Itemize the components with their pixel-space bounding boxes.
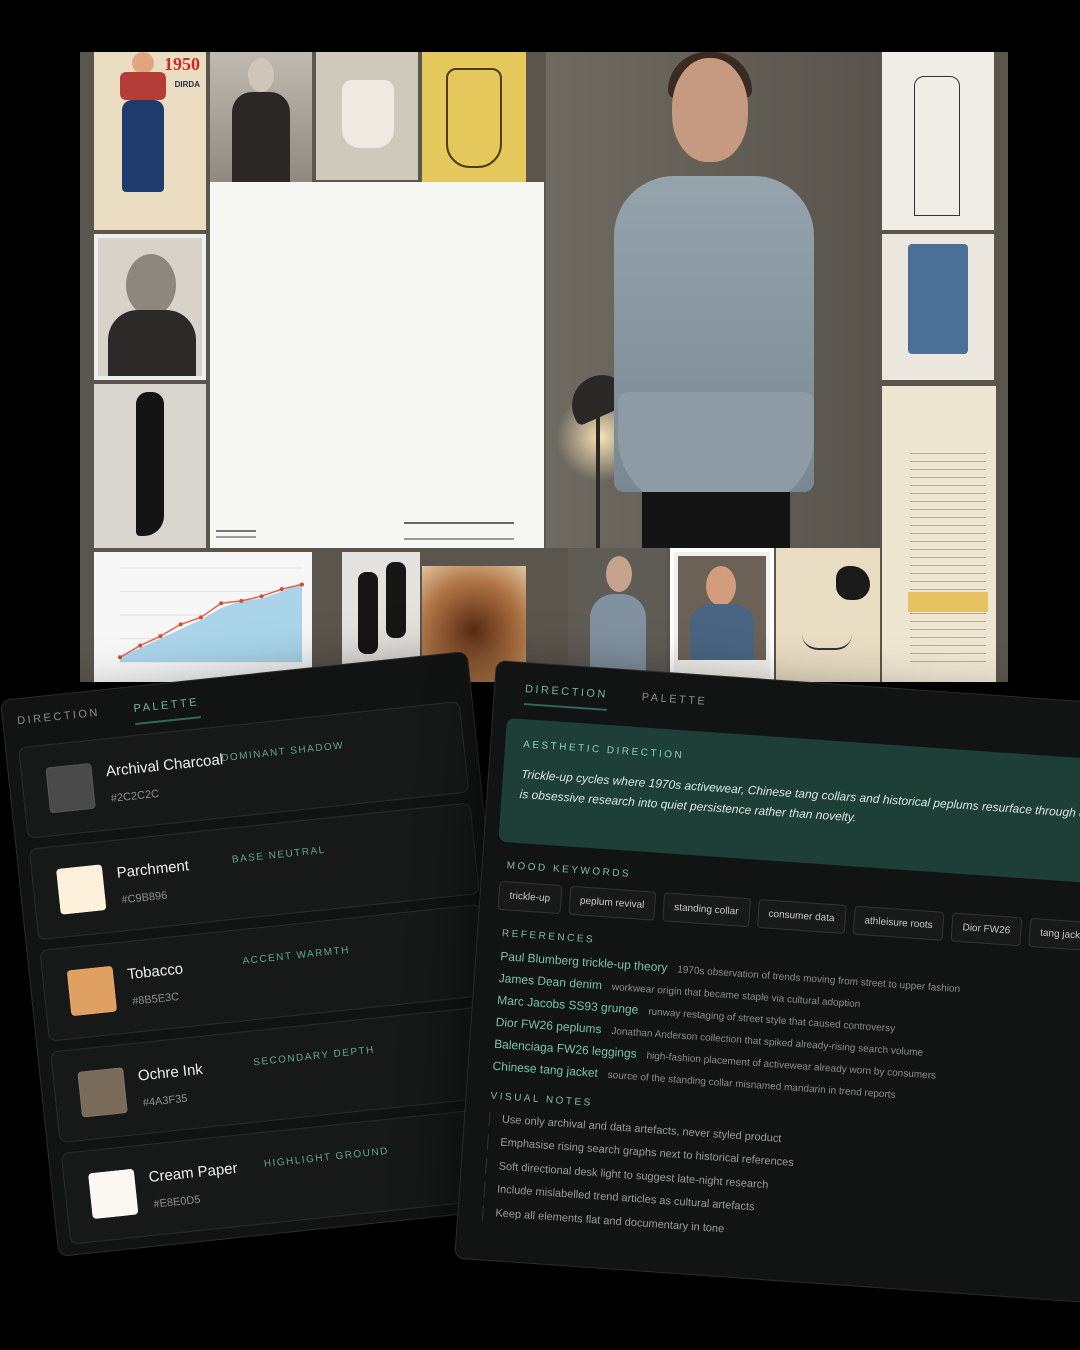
swatch-name: Parchment [115, 857, 190, 882]
swatch-role: HIGHLIGHT GROUND [263, 1145, 390, 1170]
palette-panel: DIRECTION PALETTE Archival Charcoal DOMI… [0, 650, 526, 1257]
tab-direction[interactable]: DIRECTION [17, 707, 102, 738]
keyword-chip[interactable]: Dior FW26 [950, 912, 1023, 947]
data-point [300, 582, 304, 587]
technical-sketch [882, 52, 994, 230]
model-photo-small [568, 548, 666, 682]
swatch-role: BASE NEUTRAL [231, 844, 327, 866]
aesthetic-direction-card: AESTHETIC DIRECTION Trickle-up cycles wh… [498, 717, 1080, 885]
data-point [178, 622, 183, 627]
james-dean-portrait [94, 234, 206, 380]
moodboard-image: 1950 DIRDA [80, 52, 1008, 682]
blank-article-page [210, 182, 544, 548]
keyword-chip[interactable]: peplum revival [567, 885, 657, 921]
peplum-sketch [422, 52, 526, 184]
swatch-hex: #8B5E3C [131, 990, 180, 1008]
color-chip [45, 762, 96, 814]
swatch-list: Archival Charcoal DOMINANT SHADOW #2C2C2… [6, 700, 524, 1246]
keyword-chip[interactable]: athleisure roots [852, 905, 945, 941]
swatch-hex: #4A3F35 [142, 1092, 188, 1110]
swatch-role: SECONDARY DEPTH [252, 1044, 376, 1069]
poster-title: DIRDA [174, 80, 200, 89]
keyword-chip[interactable]: trickle-up [497, 880, 563, 915]
tab-palette[interactable]: PALETTE [641, 691, 707, 718]
data-point [279, 587, 284, 592]
data-point [158, 634, 163, 639]
boot-photo [94, 384, 206, 548]
swatch-role: ACCENT WARMTH [242, 944, 351, 968]
color-chip [55, 864, 107, 915]
swatch-hex: #C9B896 [120, 889, 168, 907]
swatch-name: Ochre Ink [137, 1060, 204, 1085]
keyword-chip[interactable]: tang jacket [1028, 917, 1080, 952]
archival-photo-tang-jacket [210, 52, 312, 182]
vintage-poster: 1950 DIRDA [94, 52, 206, 230]
color-chip [87, 1168, 139, 1220]
reference-title[interactable]: Marc Jacobs SS93 grunge [497, 993, 639, 1017]
reference-title[interactable]: Chinese tang jacket [492, 1059, 598, 1080]
tab-palette[interactable]: PALETTE [133, 696, 201, 725]
swatch-hex: #2C2C2C [110, 787, 160, 805]
area-series [120, 582, 302, 662]
search-trend-chart [94, 552, 312, 682]
poster-number: 1950 [164, 54, 200, 74]
swatch-name: Tobacco [126, 960, 184, 984]
data-sheet [882, 386, 996, 682]
polaroid-photo [670, 548, 774, 682]
swatch-name: Cream Paper [147, 1159, 239, 1187]
swatch-role: DOMINANT SHADOW [220, 740, 345, 765]
swatch-hex: #E8E0D5 [152, 1193, 202, 1211]
trend-chart-svg [118, 567, 304, 663]
handwritten-note [776, 548, 880, 682]
data-point [259, 594, 264, 599]
jeans-photo [882, 234, 994, 380]
data-point [219, 601, 224, 606]
data-point [118, 655, 122, 660]
data-point [239, 598, 244, 603]
keyword-chip[interactable]: consumer data [756, 898, 847, 934]
color-chip [77, 1067, 128, 1118]
reference-title[interactable]: James Dean denim [498, 971, 602, 992]
swatch-name: Archival Charcoal [105, 751, 224, 781]
data-point [138, 643, 143, 648]
data-point [198, 615, 203, 620]
reference-title[interactable]: Paul Blumberg trickle-up theory [500, 949, 668, 975]
reference-title[interactable]: Balenciaga FW26 leggings [494, 1037, 637, 1061]
tab-direction[interactable]: DIRECTION [523, 683, 609, 711]
keyword-chip[interactable]: standing collar [662, 892, 751, 928]
reference-title[interactable]: Dior FW26 peplums [495, 1015, 602, 1036]
blouse-photo [316, 52, 418, 180]
direction-panel: DIRECTION PALETTE AESTHETIC DIRECTION Tr… [454, 660, 1080, 1304]
hero-model-photo [546, 52, 880, 548]
color-chip [66, 965, 118, 1017]
